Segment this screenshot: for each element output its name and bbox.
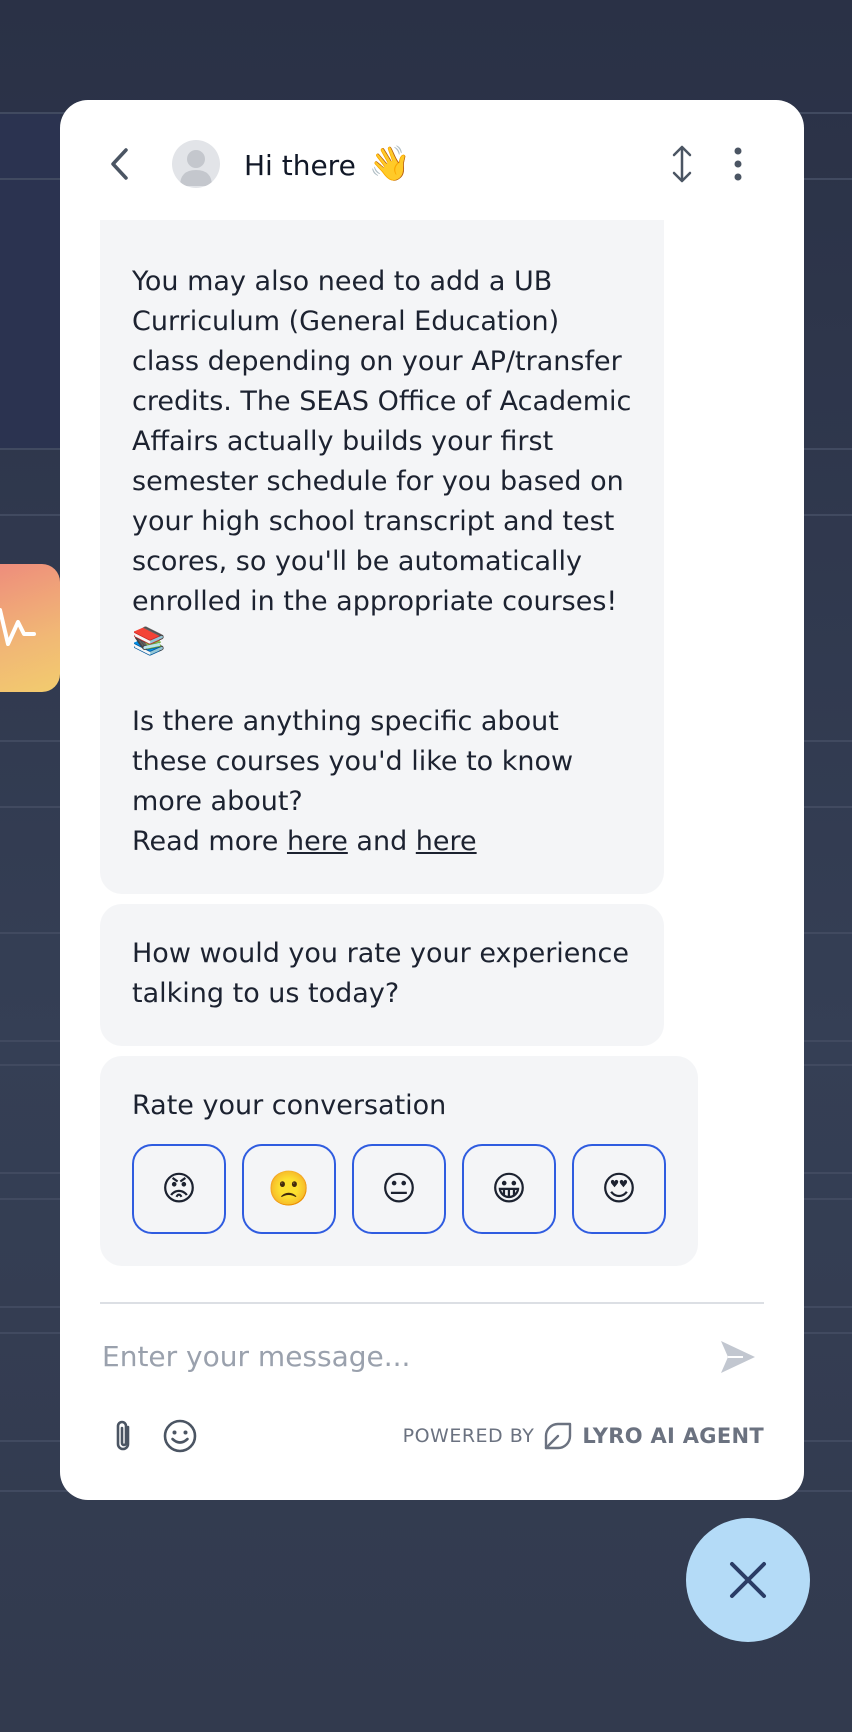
more-options-button[interactable] — [718, 144, 758, 184]
rating-options: 😡 🙁 😐 😀 😍 — [132, 1144, 666, 1234]
agent-avatar — [172, 140, 220, 188]
chat-header: Hi there 👋 — [60, 100, 804, 220]
send-icon — [721, 1341, 755, 1373]
chevron-left-icon — [111, 148, 128, 180]
emoji-button[interactable] — [160, 1416, 200, 1456]
message-paragraph: Is there anything specific about these c… — [132, 706, 574, 817]
chat-title: Hi there 👋 — [244, 144, 411, 184]
read-more-line: Read more here and here — [132, 822, 632, 862]
background-block — [0, 180, 60, 448]
message-list[interactable]: You may also need to add a UB Curriculum… — [60, 220, 804, 1396]
lyro-logo-icon — [545, 1422, 572, 1450]
read-more-conjunction: and — [356, 826, 408, 857]
read-more-link[interactable]: here — [416, 826, 477, 857]
rating-title: Rate your conversation — [132, 1090, 447, 1121]
background-block — [0, 114, 60, 178]
composer-divider — [100, 1302, 764, 1304]
expand-button[interactable] — [662, 144, 702, 184]
angry-face-icon: 😡 — [161, 1169, 197, 1209]
heart-eyes-face-icon: 😍 — [601, 1169, 637, 1209]
expand-vertical-icon — [672, 145, 692, 183]
sad-face-icon: 🙁 — [267, 1169, 311, 1209]
bot-message: You may also need to add a UB Curriculum… — [100, 220, 664, 894]
rating-love-button[interactable]: 😍 — [572, 1144, 666, 1234]
happy-face-icon: 😀 — [491, 1169, 527, 1209]
read-more-prefix: Read more — [132, 826, 279, 857]
message-input[interactable] — [100, 1330, 664, 1382]
powered-by[interactable]: POWERED BY LYRO AI AGENT — [403, 1418, 764, 1454]
background-activity-badge — [0, 564, 60, 692]
rating-happy-button[interactable]: 😀 — [462, 1144, 556, 1234]
attach-button[interactable] — [104, 1416, 144, 1456]
chat-widget: Hi there 👋 You may also need to add a UB… — [60, 100, 804, 1500]
books-emoji: 📚 — [132, 626, 166, 657]
chat-title-text: Hi there — [244, 149, 356, 182]
brand-name: LYRO AI AGENT — [582, 1424, 764, 1448]
paperclip-icon — [116, 1420, 130, 1451]
smiley-icon — [163, 1419, 197, 1453]
powered-by-label: POWERED BY — [402, 1425, 535, 1447]
more-vertical-icon — [734, 147, 742, 181]
pulse-icon — [0, 608, 36, 646]
close-icon — [730, 1562, 766, 1598]
rating-sad-button[interactable]: 🙁 — [242, 1144, 336, 1234]
close-chat-button[interactable] — [686, 1518, 810, 1642]
rating-card: Rate your conversation 😡 🙁 😐 😀 😍 — [100, 1056, 698, 1266]
message-text: You may also need to add a UB Curriculum… — [132, 266, 632, 617]
read-more-link[interactable]: here — [287, 826, 348, 857]
waving-hand-emoji: 👋 — [368, 144, 412, 184]
message-text: How would you rate your experience talki… — [132, 938, 629, 1009]
rating-neutral-button[interactable]: 😐 — [352, 1144, 446, 1234]
send-button[interactable] — [716, 1335, 760, 1379]
neutral-face-icon: 😐 — [381, 1169, 417, 1209]
avatar-person-icon — [180, 150, 212, 186]
rating-angry-button[interactable]: 😡 — [132, 1144, 226, 1234]
back-button[interactable] — [100, 144, 140, 184]
bot-message: How would you rate your experience talki… — [100, 904, 664, 1046]
message-paragraph: You may also need to add a UB Curriculum… — [132, 262, 632, 662]
